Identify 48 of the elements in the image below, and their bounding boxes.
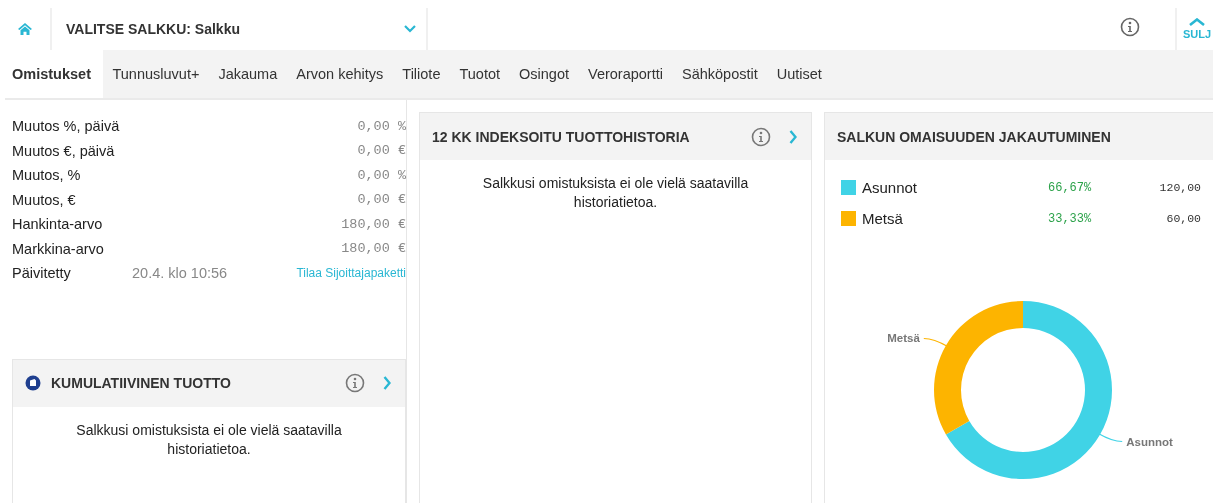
leader-line xyxy=(923,337,949,348)
leader-line xyxy=(1097,432,1123,443)
stat-label: Hankinta-arvo xyxy=(12,216,104,233)
slice-label: Metsä xyxy=(887,332,920,345)
chevron-down-icon xyxy=(404,25,416,33)
card-title: KUMULATIIVINEN TUOTTO xyxy=(51,375,231,391)
legend-percent: 33,33% xyxy=(1048,211,1093,226)
tab[interactable]: Uutiset xyxy=(767,50,832,98)
chevron-right-icon[interactable] xyxy=(789,129,797,144)
stat-value: 0,00 € xyxy=(357,143,406,159)
stat-value: 0,00 % xyxy=(357,118,406,134)
tab[interactable]: Tiliote xyxy=(392,50,450,98)
info-icon[interactable] xyxy=(1120,17,1140,37)
chart-icon xyxy=(25,375,41,391)
legend-percent: 66,67% xyxy=(1048,180,1093,195)
info-icon[interactable] xyxy=(751,126,771,147)
tab[interactable]: Arvon kehitys xyxy=(286,50,393,98)
info-icon[interactable] xyxy=(345,373,365,393)
stat-label: Markkina-arvo xyxy=(12,240,105,257)
legend-amount: 120,00 xyxy=(1158,181,1201,194)
chevron-up-icon xyxy=(1189,18,1205,26)
tab[interactable]: Tuotot xyxy=(449,50,510,98)
updated-time: 20.4. klo 10:56 xyxy=(132,265,229,282)
stat-value: 180,00 € xyxy=(341,216,406,232)
legend-amount: 60,00 xyxy=(1165,212,1201,225)
card-title: 12 KK INDEKSOITU TUOTTOHISTORIA xyxy=(432,128,690,145)
empty-message: Salkkusi omistuksista ei ole vielä saatavilla historiatietoa. xyxy=(75,420,343,459)
slice-label: Asunnot xyxy=(1126,435,1173,448)
legend-label: Asunnot xyxy=(862,179,919,196)
legend-label: Metsä xyxy=(862,210,904,227)
empty-message: Salkkusi omistuksista ei ole vielä saatavilla historiatietoa. xyxy=(481,174,750,212)
tab[interactable]: Jakauma xyxy=(208,50,287,98)
tab[interactable]: Omistukset xyxy=(5,50,103,98)
chevron-right-icon[interactable] xyxy=(383,376,391,390)
card-title: SALKUN OMAISUUDEN JAKAUTUMINEN xyxy=(837,128,1111,145)
home-icon[interactable] xyxy=(17,22,33,36)
stat-label: Muutos, € xyxy=(12,191,77,208)
stat-value: 0,00 € xyxy=(357,192,406,208)
tab[interactable]: Sähköpostit xyxy=(672,50,768,98)
stat-label: Muutos, % xyxy=(12,167,82,184)
stat-label: Päivitetty xyxy=(12,265,72,282)
tab[interactable]: Osingot xyxy=(509,50,579,98)
stat-value: 180,00 € xyxy=(341,241,406,257)
stat-label: Muutos €, päivä xyxy=(12,142,116,159)
tab[interactable]: Tunnusluvut+ xyxy=(103,50,209,98)
stat-value: 0,00 % xyxy=(357,167,406,183)
stat-label: Muutos %, päivä xyxy=(12,118,121,135)
tab[interactable]: Veroraportti xyxy=(578,50,673,98)
